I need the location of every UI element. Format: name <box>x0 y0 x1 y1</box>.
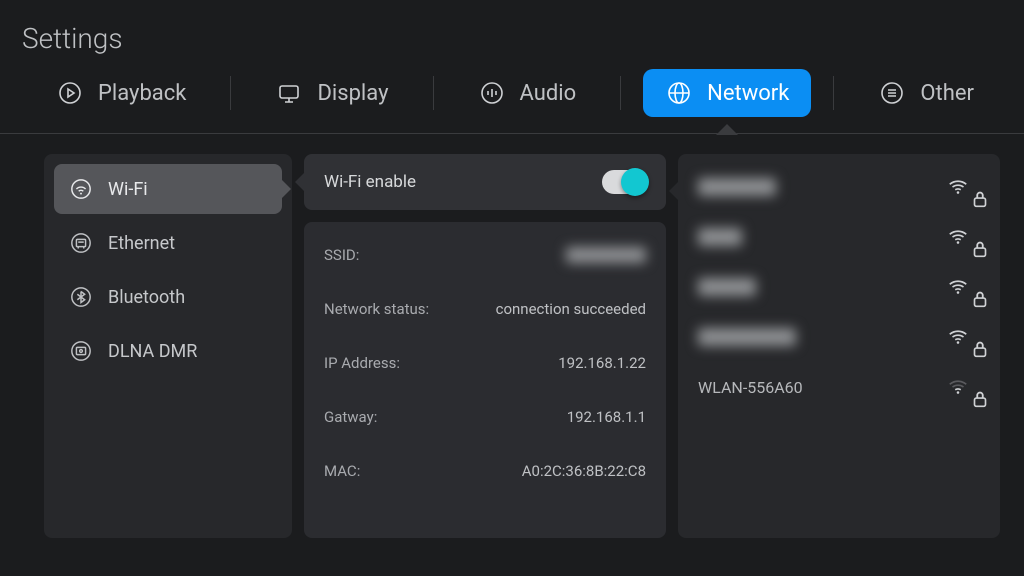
network-name <box>698 328 796 346</box>
detail-row: SSID: <box>324 228 646 282</box>
bluetooth-icon <box>68 284 94 310</box>
menu-icon <box>878 79 906 107</box>
wifi-enable-toggle[interactable] <box>602 170 646 194</box>
sidebar-item-bluetooth[interactable]: Bluetooth <box>54 272 282 322</box>
network-name <box>698 228 742 246</box>
tab-separator <box>433 76 434 110</box>
network-item[interactable] <box>696 312 982 362</box>
network-name <box>698 278 756 296</box>
ethernet-icon <box>68 230 94 256</box>
sidebar-item-label: Wi-Fi <box>108 179 148 200</box>
network-item[interactable] <box>696 162 982 212</box>
detail-label: Network status: <box>324 300 429 318</box>
wifi-enable-row[interactable]: Wi-Fi enable <box>304 154 666 210</box>
wifi-signal-icon <box>947 376 980 398</box>
tab-label: Other <box>920 81 974 106</box>
sidebar-item-label: Bluetooth <box>108 287 185 308</box>
detail-value: connection succeeded <box>496 300 646 318</box>
network-sidebar: Wi-Fi Ethernet Bluetooth DLNA DMR <box>44 154 292 538</box>
wifi-icon <box>68 176 94 202</box>
wifi-signal-icon <box>947 176 980 198</box>
monitor-icon <box>275 79 303 107</box>
sidebar-item-label: DLNA DMR <box>108 341 197 362</box>
pointer-notch <box>669 181 679 201</box>
detail-value <box>566 247 646 263</box>
wifi-signal-icon <box>947 326 980 348</box>
wifi-networks-panel: WLAN-556A60 <box>678 154 1000 538</box>
tab-separator <box>620 76 621 110</box>
globe-icon <box>665 79 693 107</box>
tab-network[interactable]: Network <box>643 69 811 117</box>
detail-label: MAC: <box>324 462 360 480</box>
tab-playback[interactable]: Playback <box>34 69 208 117</box>
sidebar-item-wifi[interactable]: Wi-Fi <box>54 164 282 214</box>
lock-icon <box>969 388 978 397</box>
play-icon <box>56 79 84 107</box>
network-item[interactable] <box>696 212 982 262</box>
sidebar-item-dlna[interactable]: DLNA DMR <box>54 326 282 376</box>
detail-row: MAC: A0:2C:36:8B:22:C8 <box>324 444 646 498</box>
toggle-knob <box>621 168 649 196</box>
detail-row: IP Address: 192.168.1.22 <box>324 336 646 390</box>
network-item[interactable]: WLAN-556A60 <box>696 362 982 412</box>
detail-label: IP Address: <box>324 354 400 372</box>
sidebar-item-ethernet[interactable]: Ethernet <box>54 218 282 268</box>
detail-label: SSID: <box>324 246 359 264</box>
tab-audio[interactable]: Audio <box>456 69 599 117</box>
tab-label: Audio <box>520 81 577 106</box>
tab-separator <box>833 76 834 110</box>
content-area: Wi-Fi Ethernet Bluetooth DLNA DMR Wi-Fi … <box>0 134 1024 558</box>
detail-label: Gatway: <box>324 408 377 426</box>
detail-row: Network status: connection succeeded <box>324 282 646 336</box>
tabs-bar: Playback Display Audio Network Other <box>0 69 1024 117</box>
tab-separator <box>230 76 231 110</box>
active-tab-pointer <box>717 124 737 134</box>
dlna-icon <box>68 338 94 364</box>
lock-icon <box>969 238 978 247</box>
detail-value: 192.168.1.22 <box>558 354 646 372</box>
tab-label: Display <box>317 81 388 106</box>
detail-value: A0:2C:36:8B:22:C8 <box>522 462 646 480</box>
wifi-signal-icon <box>947 276 980 298</box>
network-name <box>698 178 776 196</box>
tab-display[interactable]: Display <box>253 69 410 117</box>
audio-icon <box>478 79 506 107</box>
network-name: WLAN-556A60 <box>698 378 803 397</box>
tab-label: Network <box>707 81 789 106</box>
selection-notch <box>281 179 291 199</box>
tab-other[interactable]: Other <box>856 69 996 117</box>
pointer-notch <box>295 172 305 192</box>
wifi-middle-column: Wi-Fi enable SSID: Network status: connect… <box>304 154 666 538</box>
lock-icon <box>969 338 978 347</box>
wifi-enable-label: Wi-Fi enable <box>324 172 416 192</box>
network-item[interactable] <box>696 262 982 312</box>
page-title: Settings <box>0 0 1024 69</box>
detail-value: 192.168.1.1 <box>567 408 646 426</box>
tab-label: Playback <box>98 81 186 106</box>
lock-icon <box>969 188 978 197</box>
detail-row: Gatway: 192.168.1.1 <box>324 390 646 444</box>
sidebar-item-label: Ethernet <box>108 233 175 254</box>
wifi-details-panel: SSID: Network status: connection succeeded… <box>304 222 666 538</box>
lock-icon <box>969 288 978 297</box>
wifi-signal-icon <box>947 226 980 248</box>
